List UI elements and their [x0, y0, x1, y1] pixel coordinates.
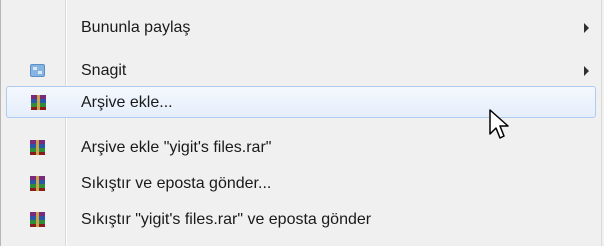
context-menu: Bununla paylaş Snagit Arşive ekle... Arş… [0, 0, 602, 246]
menu-item-label: Sıkıştır ve eposta gönder... [81, 175, 272, 192]
winrar-icon [31, 95, 46, 110]
mouse-cursor-icon [489, 109, 509, 139]
winrar-icon [30, 176, 45, 191]
menu-item-label: Arşive ekle "yigit's files.rar" [81, 139, 272, 156]
menu-item-snagit[interactable]: Snagit [1, 55, 603, 87]
menu-item-compress-and-email[interactable]: Sıkıştır ve eposta gönder... [1, 168, 603, 200]
snagit-icon [30, 64, 45, 77]
winrar-icon [30, 140, 45, 155]
menu-item-label: Sıkıştır "yigit's files.rar" ve eposta g… [81, 211, 372, 228]
menu-item-label: Bununla paylaş [81, 19, 191, 36]
menu-item-label: Snagit [81, 62, 127, 79]
submenu-arrow-icon [584, 66, 589, 76]
winrar-icon [30, 212, 45, 227]
menu-item-share-with[interactable]: Bununla paylaş [1, 12, 603, 44]
menu-item-label: Arşive ekle... [81, 94, 173, 111]
menu-item-compress-named-and-email[interactable]: Sıkıştır "yigit's files.rar" ve eposta g… [1, 204, 603, 236]
submenu-arrow-icon [584, 23, 589, 33]
